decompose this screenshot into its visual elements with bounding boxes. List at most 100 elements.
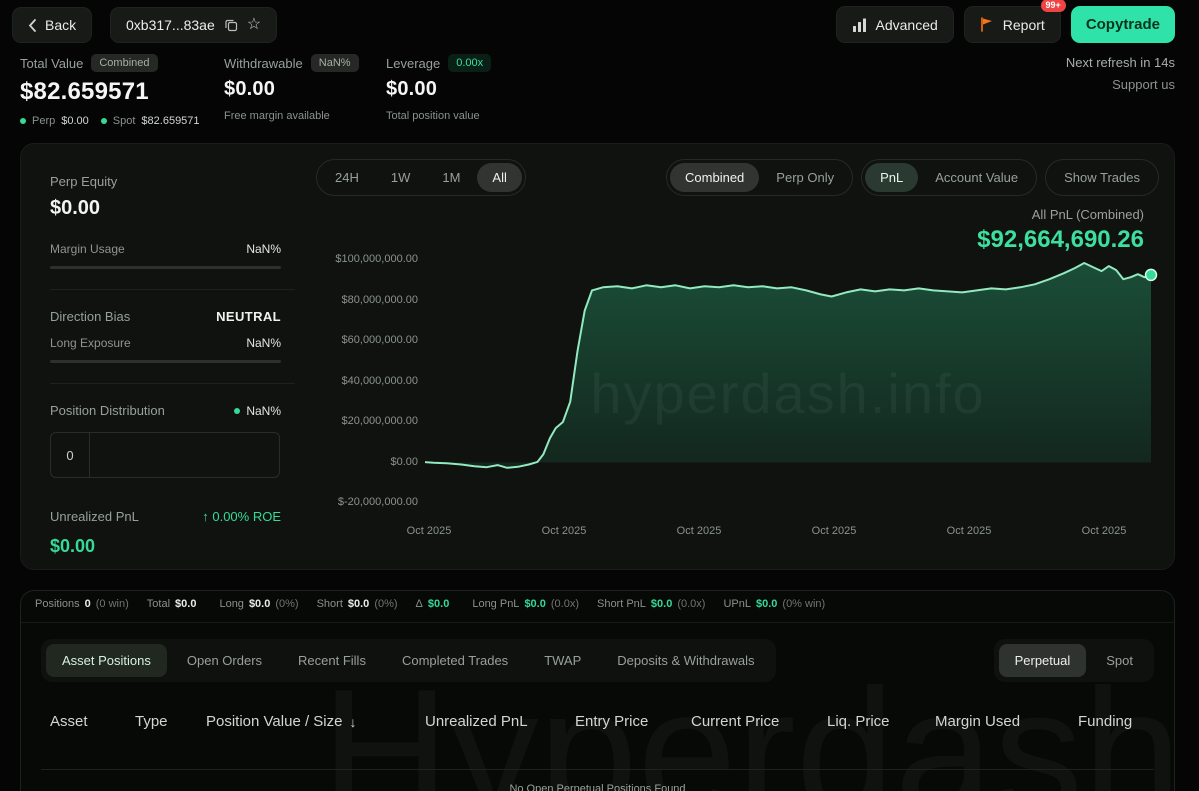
total-value-label: Total Value	[20, 56, 83, 71]
summary-short: Short$0.0(0%)	[317, 598, 398, 610]
summary-total: Total$0.0	[147, 598, 202, 610]
tab-1m[interactable]: 1M	[427, 163, 475, 192]
sort-desc-icon: ↓	[349, 714, 356, 730]
tab-twap[interactable]: TWAP	[528, 644, 597, 677]
divider	[50, 289, 295, 290]
col-header-asset[interactable]: Asset	[50, 713, 88, 730]
withdrawable-sub: Free margin available	[224, 110, 330, 122]
report-count-badge: 99+	[1041, 0, 1066, 12]
mode-tabs: Combined Perp Only	[666, 159, 853, 196]
positions-summary-row: Positions0(0 win) Total$0.0 Long$0.0(0%)…	[35, 598, 1164, 610]
copytrade-button[interactable]: Copytrade	[1071, 6, 1175, 43]
unrealized-pnl-value: $0.00	[50, 536, 281, 557]
y-tick-label: $80,000,000.00	[321, 294, 418, 306]
tab-all[interactable]: All	[477, 163, 521, 192]
tab-recent-fills[interactable]: Recent Fills	[282, 644, 382, 677]
withdrawable-label: Withdrawable	[224, 56, 303, 71]
positions-table-header: Asset Type Position Value / Size ↓ Unrea…	[21, 713, 1174, 735]
tab-spot[interactable]: Spot	[1090, 644, 1149, 677]
col-header-position-value-label: Position Value / Size	[206, 713, 342, 730]
direction-bias-label: Direction Bias	[50, 309, 130, 324]
divider	[41, 769, 1154, 770]
bar-chart-icon	[852, 18, 867, 32]
x-tick-label: Oct 2025	[812, 525, 857, 537]
advanced-label: Advanced	[876, 17, 938, 33]
x-tick-label: Oct 2025	[677, 525, 722, 537]
time-range-tabs: 24H 1W 1M All	[316, 159, 526, 196]
col-header-current-price[interactable]: Current Price	[691, 713, 779, 730]
tab-completed-trades[interactable]: Completed Trades	[386, 644, 524, 677]
col-header-unrealized-pnl[interactable]: Unrealized PnL	[425, 713, 528, 730]
back-button[interactable]: Back	[12, 7, 92, 43]
pnl-area	[425, 263, 1151, 468]
margin-usage-bar	[50, 266, 281, 269]
next-refresh-text: Next refresh in 14s	[1066, 55, 1175, 70]
leverage-stat: Leverage 0.00x $0.00 Total position valu…	[386, 54, 491, 122]
total-value-stat: Total Value Combined $82.659571 Perp $0.…	[20, 54, 200, 127]
tab-account-value[interactable]: Account Value	[920, 163, 1033, 192]
col-header-position-value[interactable]: Position Value / Size ↓	[206, 713, 356, 730]
report-button[interactable]: Report 99+	[964, 6, 1061, 43]
equity-chart-card: Perp Equity $0.00 Margin Usage NaN% Dire…	[20, 143, 1175, 570]
divider	[50, 383, 295, 384]
tab-open-orders[interactable]: Open Orders	[171, 644, 278, 677]
summary-short-pnl: Short PnL$0.0(0.0x)	[597, 598, 705, 610]
y-tick-label: $20,000,000.00	[321, 415, 418, 427]
col-header-margin-used[interactable]: Margin Used	[935, 713, 1020, 730]
copy-icon[interactable]	[224, 18, 238, 32]
perp-value: $0.00	[61, 115, 89, 127]
wallet-address-pill[interactable]: 0xb317...83ae ☆	[110, 7, 277, 43]
summary-long: Long$0.0(0%)	[219, 598, 298, 610]
chart-end-dot	[1146, 269, 1157, 280]
x-tick-label: Oct 2025	[1082, 525, 1127, 537]
unrealized-pnl-label: Unrealized PnL	[50, 509, 139, 524]
divider	[21, 622, 1174, 623]
report-label: Report	[1003, 17, 1045, 33]
margin-usage-value: NaN%	[246, 242, 281, 256]
tab-deposits-withdrawals[interactable]: Deposits & Withdrawals	[601, 644, 770, 677]
col-header-liq-price[interactable]: Liq. Price	[827, 713, 890, 730]
topbar-actions: Advanced Report 99+ Copytrade	[836, 6, 1176, 43]
summary-long-pnl: Long PnL$0.0(0.0x)	[472, 598, 579, 610]
pnl-chart-canvas[interactable]	[321, 249, 1181, 544]
perp-label: Perp	[32, 115, 55, 127]
star-icon[interactable]: ☆	[247, 17, 261, 33]
tab-pnl[interactable]: PnL	[865, 163, 918, 192]
spot-dot-icon	[101, 118, 107, 124]
long-exposure-label: Long Exposure	[50, 336, 131, 350]
long-exposure-bar	[50, 360, 281, 363]
summary-upnl: UPnL$0.0(0% win)	[723, 598, 825, 610]
y-tick-label: $100,000,000.00	[321, 253, 418, 265]
tab-perpetual[interactable]: Perpetual	[999, 644, 1087, 677]
support-us-link[interactable]: Support us	[1112, 77, 1175, 92]
perp-dot-icon	[20, 118, 26, 124]
table-tabs-row: Asset Positions Open Orders Recent Fills…	[41, 639, 1154, 682]
chart-toggle-groups: Combined Perp Only PnL Account Value Sho…	[666, 159, 1159, 196]
direction-bias-value: NEUTRAL	[216, 309, 281, 324]
total-value-amount: $82.659571	[20, 78, 200, 106]
copytrade-label: Copytrade	[1086, 16, 1160, 33]
position-distribution-label: Position Distribution	[50, 403, 165, 418]
advanced-button[interactable]: Advanced	[836, 6, 954, 43]
pnl-chart[interactable]: hyperdash.info $100,000,000.00$80,000,00…	[321, 249, 1181, 544]
show-trades-toggle[interactable]: Show Trades	[1049, 163, 1155, 192]
leverage-label: Leverage	[386, 56, 440, 71]
position-distribution-value: NaN%	[246, 404, 281, 418]
col-header-funding[interactable]: Funding	[1078, 713, 1132, 730]
wallet-address: 0xb317...83ae	[126, 17, 215, 33]
tab-24h[interactable]: 24H	[320, 163, 374, 192]
top-bar: Back 0xb317...83ae ☆ Advanced Report 99+…	[0, 0, 1199, 48]
col-header-entry-price[interactable]: Entry Price	[575, 713, 648, 730]
perp-equity-label: Perp Equity	[50, 174, 281, 189]
unrealized-roe-value: ↑ 0.00% ROE	[202, 509, 281, 524]
tab-perp-only[interactable]: Perp Only	[761, 163, 849, 192]
tab-asset-positions[interactable]: Asset Positions	[46, 644, 167, 677]
x-tick-label: Oct 2025	[947, 525, 992, 537]
summary-delta: Δ$0.0	[416, 598, 455, 610]
leverage-badge: 0.00x	[448, 54, 491, 72]
tab-combined[interactable]: Combined	[670, 163, 759, 192]
perp-metrics-column: Perp Equity $0.00 Margin Usage NaN% Dire…	[50, 174, 281, 557]
distribution-dot-icon	[234, 408, 240, 414]
tab-1w[interactable]: 1W	[376, 163, 426, 192]
col-header-type[interactable]: Type	[135, 713, 168, 730]
